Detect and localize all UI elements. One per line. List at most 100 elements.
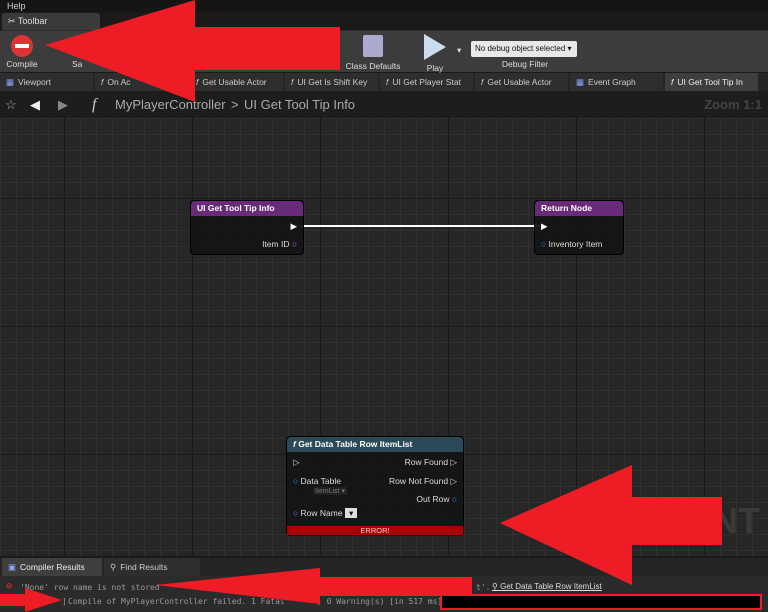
play-options-dropdown[interactable]: ▾ xyxy=(457,45,461,56)
item-id-pin[interactable]: Item ID ○ xyxy=(262,239,297,249)
function-icon: f xyxy=(293,439,296,449)
graph-canvas[interactable]: INT UI Get Tool Tip Info ▶ Item ID ○ Ret… xyxy=(0,118,768,556)
debug-select-value: No debug object selected xyxy=(475,44,566,53)
function-icon: f xyxy=(92,96,97,113)
result-line-2-start: ] xyxy=(62,597,67,606)
tab-label: Get Usable Actor xyxy=(487,77,552,87)
tab-label: UI Get Is Shift Key xyxy=(297,77,368,87)
tab-label: Event Graph xyxy=(588,77,636,87)
function-icon: f xyxy=(481,77,484,87)
exec-out-pin[interactable]: ▶ xyxy=(290,221,297,232)
tab-compiler-results[interactable]: ▣ Compiler Results xyxy=(2,558,102,576)
tab-label: Get Usable Actor xyxy=(202,77,267,87)
compile-error-icon xyxy=(11,35,33,57)
function-icon: f xyxy=(291,77,294,87)
exec-in-pin[interactable]: ▷ xyxy=(293,457,300,468)
redaction-box xyxy=(440,594,762,610)
bottom-tabs: ▣ Compiler Results ⚲ Find Results xyxy=(0,558,768,576)
tab-label: Find Results xyxy=(120,562,168,572)
document-tabs: ▦ Viewport f On Ac f Get Usable Actor f UI G… xyxy=(0,73,768,91)
error-banner: ERROR! xyxy=(287,526,463,535)
inventory-item-pin[interactable]: ○ Inventory Item xyxy=(541,239,602,249)
menu-help[interactable]: Help xyxy=(7,1,26,11)
row-name-dropdown[interactable]: ▾ xyxy=(344,508,358,518)
tab-ui-get-player-stat[interactable]: f UI Get Player Stat xyxy=(380,73,473,91)
star-icon[interactable]: ☆ xyxy=(5,91,17,118)
function-icon: f xyxy=(101,77,104,87)
exec-in-pin[interactable]: ▶ xyxy=(541,221,548,232)
dropdown-value: ItemList xyxy=(315,488,340,495)
debug-object-select[interactable]: No debug object selected ▾ xyxy=(471,41,577,57)
pin-label: Row Found xyxy=(404,457,449,467)
tab-label: Compiler Results xyxy=(20,562,85,572)
play-label: Play xyxy=(426,63,444,73)
back-arrow-icon[interactable]: ◀ xyxy=(30,91,40,118)
node-title: UI Get Tool Tip Info xyxy=(191,201,303,216)
pin-label: Out Row xyxy=(416,494,450,504)
save-label: Sa xyxy=(72,59,83,69)
row-not-found-pin[interactable]: Row Not Found ▷ xyxy=(389,476,457,487)
error-icon: ⊘ xyxy=(6,581,13,592)
tab-get-usable-actor-2[interactable]: f Get Usable Actor xyxy=(475,73,568,91)
clipboard-icon xyxy=(363,35,383,57)
breadcrumb-separator: > xyxy=(231,97,239,112)
tab-label: Viewport xyxy=(18,77,51,87)
tab-label: UI Get Tool Tip In xyxy=(677,77,743,87)
compile-button[interactable]: Compile xyxy=(2,33,42,69)
result-line-1: 'None' row name is not stored xyxy=(20,583,160,592)
node-ui-get-tool-tip-info[interactable]: UI Get Tool Tip Info ▶ Item ID ○ xyxy=(190,200,304,255)
play-button[interactable]: Play xyxy=(418,33,452,73)
play-icon xyxy=(424,34,446,60)
tab-label: UI Get Player Stat xyxy=(392,77,461,87)
wrench-icon: ✂ xyxy=(8,16,18,26)
tab-get-usable-actor[interactable]: f Get Usable Actor xyxy=(190,73,283,91)
node-return[interactable]: Return Node ▶ ○ Inventory Item xyxy=(534,200,624,255)
pin-label: Inventory Item xyxy=(548,239,603,249)
compiler-icon: ▣ xyxy=(8,562,17,572)
pin-label: Item ID xyxy=(262,239,290,249)
function-icon: f xyxy=(386,77,389,87)
function-icon: f xyxy=(196,77,199,87)
result-line-1-end: t'. xyxy=(476,583,491,592)
node-title: Return Node xyxy=(535,201,623,216)
compile-label: Compile xyxy=(6,59,38,69)
result-line-2-end: ) 0 Warning(s) [in 517 ms] xyxy=(317,597,443,606)
tab-find-results[interactable]: ⚲ Find Results xyxy=(104,558,200,576)
zoom-level: Zoom 1:1 xyxy=(704,97,762,112)
toolbar-tab[interactable]: ✂ Toolbar xyxy=(2,13,100,30)
result-line-2: Compile of MyPlayerController failed. 1 … xyxy=(68,597,285,606)
search-icon: ⚲ xyxy=(110,562,117,572)
tab-ui-get-tool-tip-info[interactable]: f UI Get Tool Tip In xyxy=(665,73,758,91)
function-icon: f xyxy=(671,77,674,87)
data-table-dropdown[interactable]: ItemList ▾ xyxy=(313,487,347,495)
viewport-icon: ▦ xyxy=(6,77,15,87)
data-table-pin[interactable]: ○ Data Table xyxy=(293,476,341,486)
tab-on-ac[interactable]: f On Ac xyxy=(95,73,188,91)
toolbar: Compile Sa Class Defaults Play ▾ No debu… xyxy=(0,30,768,73)
tab-ui-get-is-shift-key[interactable]: f UI Get Is Shift Key xyxy=(285,73,378,91)
node-link[interactable]: ⚲ Get Data Table Row ItemList xyxy=(492,582,602,591)
pin-label: Data Table xyxy=(300,476,341,486)
row-found-pin[interactable]: Row Found ▷ xyxy=(405,457,457,468)
tab-viewport[interactable]: ▦ Viewport xyxy=(0,73,93,91)
pin-label: Row Not Found xyxy=(389,476,449,486)
class-defaults-label: Class Defaults xyxy=(345,61,401,71)
breadcrumb-current: UI Get Tool Tip Info xyxy=(244,97,356,112)
class-defaults-button[interactable]: Class Defaults xyxy=(342,33,404,71)
out-row-pin[interactable]: Out Row ○ xyxy=(416,494,457,504)
breadcrumb: ☆ ◀ ▶ f MyPlayerController > UI Get Tool… xyxy=(0,91,768,118)
forward-arrow-icon[interactable]: ▶ xyxy=(58,91,68,118)
node-get-data-table-row[interactable]: f Get Data Table Row ItemList ▷ Row Foun… xyxy=(286,436,464,536)
save-button[interactable]: Sa xyxy=(72,59,82,69)
compiler-results: ⊘ 'None' row name is not stored t'. ⚲ Ge… xyxy=(0,576,768,612)
breadcrumb-parent[interactable]: MyPlayerController xyxy=(115,91,226,118)
tab-label: On Ac xyxy=(107,77,131,87)
node-link-label: Get Data Table Row ItemList xyxy=(500,582,602,591)
menu-bar: Help xyxy=(0,0,768,12)
graph-icon: ▦ xyxy=(576,77,585,87)
pin-label: Row Name xyxy=(300,508,343,518)
toolbar-tab-label: Toolbar xyxy=(17,16,48,26)
tab-event-graph[interactable]: ▦ Event Graph xyxy=(570,73,663,91)
node-title: Get Data Table Row ItemList xyxy=(298,439,413,449)
row-name-pin[interactable]: ○ Row Name ▾ xyxy=(293,508,358,519)
